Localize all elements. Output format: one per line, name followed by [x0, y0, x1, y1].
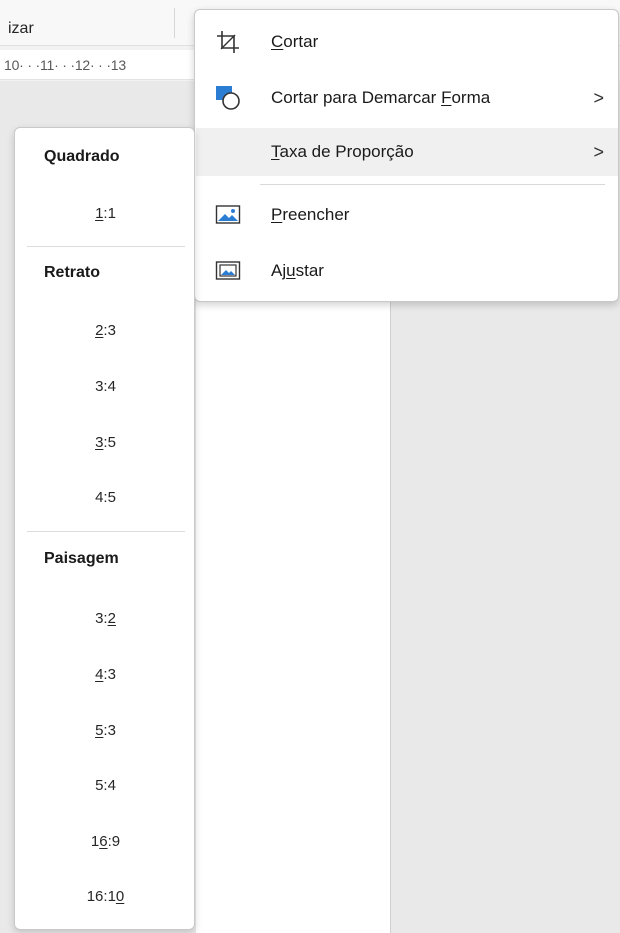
ratio-option-5-3[interactable]: 5:3: [16, 710, 195, 750]
submenu-separator: [27, 246, 185, 247]
ratio-option-2-3[interactable]: 2:3: [16, 310, 195, 350]
ratio-option-16-9[interactable]: 1 6:9: [16, 821, 195, 861]
fit-icon: [214, 257, 242, 285]
ratio-option-4-5[interactable]: 4:5: [16, 477, 195, 517]
chevron-right-icon: >: [593, 87, 604, 108]
ratio-option-5-4[interactable]: 5:4: [16, 765, 195, 805]
menu-item-cortar[interactable]: Cortar: [196, 18, 618, 66]
ratio-option-1-1[interactable]: 1:1: [16, 193, 195, 233]
ratio-option-3-5[interactable]: 3:5: [16, 422, 195, 462]
document-page[interactable]: [196, 300, 390, 933]
ruler-ticks: 10· · ·11· · ·12· · ·13: [4, 57, 126, 73]
submenu-separator: [27, 531, 185, 532]
ratio-option-3-4[interactable]: 3:4: [16, 366, 195, 406]
menu-item-label: Taxa de Proporção: [271, 142, 414, 161]
menu-item-label: Preencher: [271, 205, 350, 224]
ribbon-divider: [174, 8, 175, 38]
ratio-option-4-3[interactable]: 4:3: [16, 654, 195, 694]
ratio-option-3-2[interactable]: 3: 2: [16, 598, 195, 638]
horizontal-ruler[interactable]: 10· · ·11· · ·12· · ·13: [0, 50, 200, 80]
ratio-option-16-10[interactable]: 16:1 0: [16, 876, 195, 916]
menu-item-label: Cortar: [271, 32, 319, 51]
crop-menu: Cortar Cortar para Demarcar Forma > Taxa…: [194, 9, 619, 302]
group-header-paisagem: Paisagem: [44, 550, 119, 567]
group-header-quadrado: Quadrado: [44, 148, 120, 165]
menu-separator: [260, 184, 605, 185]
aspect-ratio-submenu: Quadrado 1:1 Retrato 2:3 3:4 3:5 4:5 Pai…: [14, 127, 195, 930]
document-page-edge: [390, 300, 391, 933]
menu-item-ajustar[interactable]: Ajustar: [196, 247, 618, 295]
crop-icon: [214, 28, 242, 56]
ribbon-group-label: izar: [8, 20, 34, 37]
menu-item-preencher[interactable]: Preencher: [196, 191, 618, 239]
chevron-right-icon: >: [593, 141, 604, 162]
fill-icon: [214, 201, 242, 229]
menu-item-label: Cortar para Demarcar Forma: [271, 88, 491, 107]
group-header-retrato: Retrato: [44, 264, 101, 281]
menu-item-taxa-de-proporcao[interactable]: Taxa de Proporção >: [196, 128, 618, 176]
crop-to-shape-icon: [214, 84, 242, 112]
menu-item-label: Ajustar: [271, 261, 324, 280]
menu-item-cortar-para-forma[interactable]: Cortar para Demarcar Forma >: [196, 74, 618, 122]
